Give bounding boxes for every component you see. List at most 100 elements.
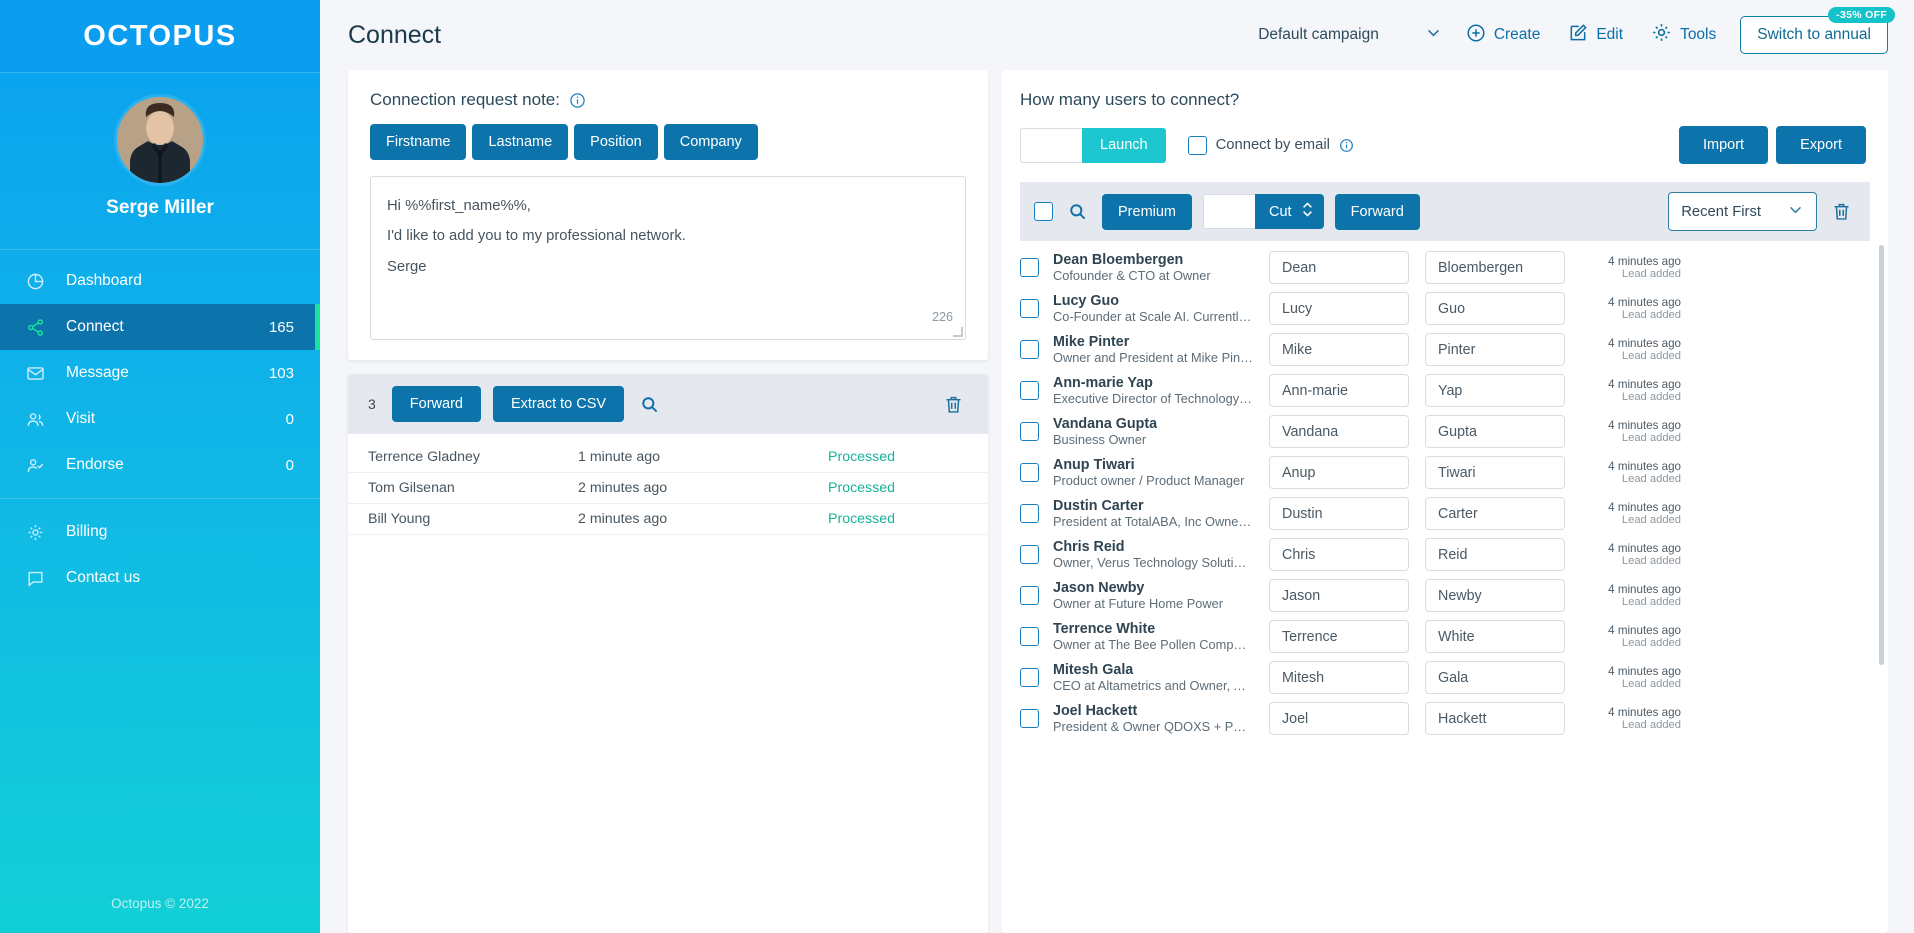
user-row-checkbox[interactable] [1020,340,1039,359]
user-row-checkbox[interactable] [1020,381,1039,400]
user-lastname-field[interactable]: Tiwari [1425,456,1565,489]
export-button[interactable]: Export [1776,126,1866,164]
page-title: Connect [348,20,442,49]
premium-button[interactable]: Premium [1102,193,1193,230]
list-item[interactable]: Mike Pinter Owner and President at Mike … [1020,329,1870,370]
user-firstname-field[interactable]: Terrence [1269,620,1409,653]
processed-name: Bill Young [368,511,431,527]
tag-company-button[interactable]: Company [663,124,758,160]
sort-order-select[interactable]: Recent First [1668,192,1817,231]
user-lastname-field[interactable]: Reid [1425,538,1565,571]
sidebar-item-connect[interactable]: Connect 165 [0,304,320,350]
user-list-delete-button[interactable] [1827,197,1856,226]
cut-button[interactable]: Cut [1255,194,1324,229]
user-firstname-field[interactable]: Anup [1269,456,1409,489]
tools-button[interactable]: Tools [1637,14,1730,56]
user-firstname-field[interactable]: Jason [1269,579,1409,612]
user-lastname-field[interactable]: Gala [1425,661,1565,694]
processed-forward-button[interactable]: Forward [391,386,481,422]
select-all-checkbox[interactable] [1034,202,1053,221]
tag-position-button[interactable]: Position [574,124,658,160]
processed-search-button[interactable] [636,391,663,418]
user-firstname-field[interactable]: Lucy [1269,292,1409,325]
info-icon[interactable] [569,92,586,109]
user-firstname-field[interactable]: Vandana [1269,415,1409,448]
user-firstname-field[interactable]: Dean [1269,251,1409,284]
chat-icon [26,569,52,588]
connection-note-textarea[interactable]: Hi %%first_name%%, I'd like to add you t… [370,176,966,340]
extract-to-csv-button[interactable]: Extract to CSV [492,386,625,422]
user-firstname-field[interactable]: Ann-marie [1269,374,1409,407]
user-name: Dean Bloembergen [1053,252,1184,268]
list-item[interactable]: Vandana Gupta Business Owner Vandana Gup… [1020,411,1870,452]
user-row-checkbox[interactable] [1020,545,1039,564]
chevron-down-icon [1425,24,1442,46]
list-item[interactable]: Anup Tiwari Product owner / Product Mana… [1020,452,1870,493]
list-item[interactable]: Mitesh Gala CEO at Altametrics and Owner… [1020,657,1870,698]
processed-delete-button[interactable] [939,390,968,419]
user-firstname-field[interactable]: Joel [1269,702,1409,735]
sidebar-item-billing[interactable]: Billing [0,509,320,555]
user-row-checkbox[interactable] [1020,463,1039,482]
user-firstname-field[interactable]: Mitesh [1269,661,1409,694]
create-button[interactable]: Create [1452,15,1555,56]
note-line: Serge [387,258,427,275]
table-row[interactable]: Tom Gilsenan 2 minutes ago Processed [348,473,988,504]
stepper-updown-icon[interactable] [1301,200,1314,223]
user-lastname-field[interactable]: Yap [1425,374,1565,407]
edit-button[interactable]: Edit [1554,15,1637,56]
gear-icon [26,523,52,542]
import-button[interactable]: Import [1678,126,1769,164]
logo[interactable]: OCTOPUS [0,0,320,72]
user-firstname-field[interactable]: Mike [1269,333,1409,366]
user-row-checkbox[interactable] [1020,422,1039,441]
users-amount-input[interactable] [1020,127,1082,163]
switch-to-annual-button[interactable]: -35% OFF Switch to annual [1740,7,1895,54]
list-item[interactable]: Lucy Guo Co-Founder at Scale AI. Current… [1020,288,1870,329]
info-icon[interactable] [1339,138,1354,153]
user-name: Chris Reid [1053,539,1125,555]
user-firstname-field[interactable]: Chris [1269,538,1409,571]
user-lastname-field[interactable]: Pinter [1425,333,1565,366]
cut-amount-input[interactable] [1203,194,1256,229]
sidebar-item-visit[interactable]: Visit 0 [0,396,320,442]
campaign-selector[interactable]: Default campaign [1248,18,1452,52]
user-firstname-field[interactable]: Dustin [1269,497,1409,530]
user-lastname-field[interactable]: Newby [1425,579,1565,612]
list-item[interactable]: Terrence White Owner at The Bee Pollen C… [1020,616,1870,657]
tag-lastname-button[interactable]: Lastname [472,124,569,160]
list-item[interactable]: Joel Hackett President & Owner QDOXS + P… [1020,698,1870,739]
user-lastname-field[interactable]: Carter [1425,497,1565,530]
user-row-checkbox[interactable] [1020,709,1039,728]
tag-firstname-button[interactable]: Firstname [370,124,467,160]
launch-button[interactable]: Launch [1082,127,1166,163]
user-search-button[interactable] [1064,198,1091,225]
sidebar-item-endorse[interactable]: Endorse 0 [0,442,320,488]
sidebar-item-contact-us[interactable]: Contact us [0,555,320,601]
user-lastname-field[interactable]: Gupta [1425,415,1565,448]
user-lastname-field[interactable]: Hackett [1425,702,1565,735]
switch-to-annual-label: Switch to annual [1757,26,1871,43]
user-lastname-field[interactable]: Guo [1425,292,1565,325]
user-lastname-field[interactable]: Bloembergen [1425,251,1565,284]
list-item[interactable]: Dustin Carter President at TotalABA, Inc… [1020,493,1870,534]
sidebar-item-message[interactable]: Message 103 [0,350,320,396]
sidebar-item-dashboard[interactable]: Dashboard [0,258,320,304]
table-row[interactable]: Bill Young 2 minutes ago Processed [348,504,988,535]
user-row-checkbox[interactable] [1020,504,1039,523]
resize-handle[interactable] [953,327,963,337]
list-item[interactable]: Ann-marie Yap Executive Director of Tech… [1020,370,1870,411]
forward-button[interactable]: Forward [1334,193,1420,230]
table-row[interactable]: Terrence Gladney 1 minute ago Processed [348,442,988,473]
user-list-scrollbar[interactable] [1879,245,1884,665]
user-row-checkbox[interactable] [1020,258,1039,277]
list-item[interactable]: Dean Bloembergen Cofounder & CTO at Owne… [1020,247,1870,288]
user-row-checkbox[interactable] [1020,668,1039,687]
user-row-checkbox[interactable] [1020,627,1039,646]
user-row-checkbox[interactable] [1020,299,1039,318]
user-lastname-field[interactable]: White [1425,620,1565,653]
list-item[interactable]: Chris Reid Owner, Verus Technology Solut… [1020,534,1870,575]
user-row-checkbox[interactable] [1020,586,1039,605]
list-item[interactable]: Jason Newby Owner at Future Home Power J… [1020,575,1870,616]
connect-by-email-checkbox[interactable] [1187,135,1207,155]
